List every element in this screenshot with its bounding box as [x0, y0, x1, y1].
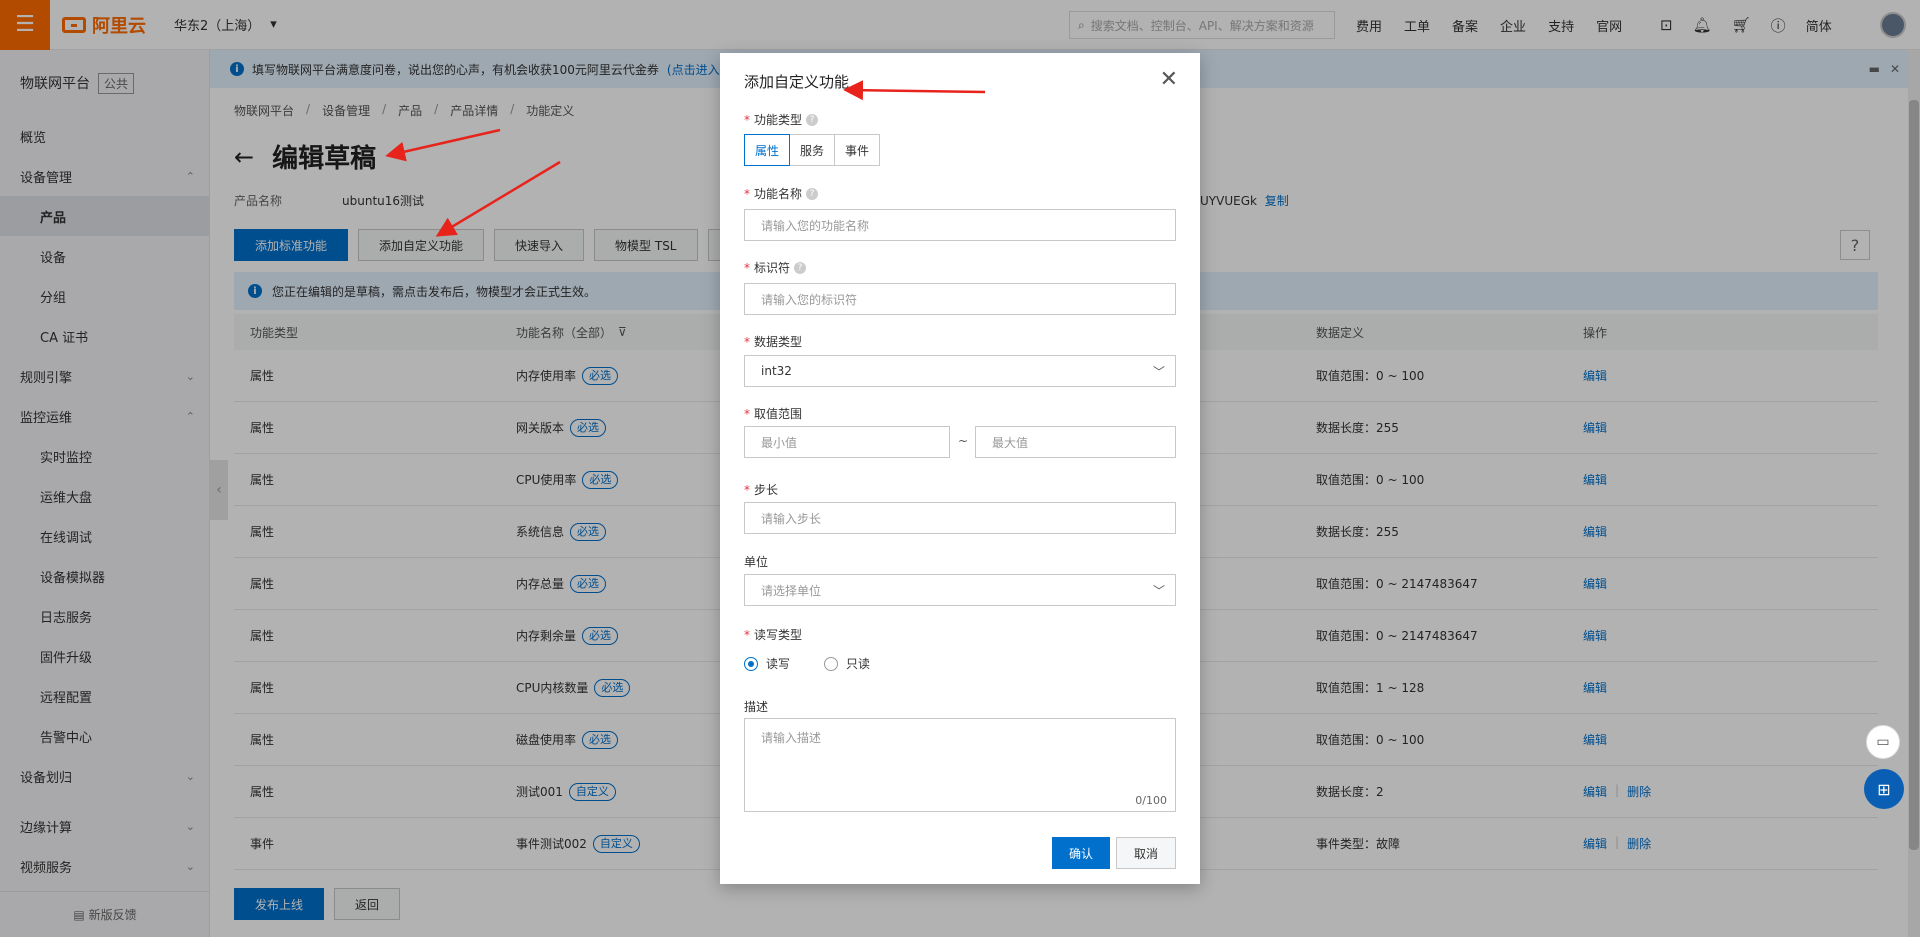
required-mark: *: [744, 334, 750, 349]
question-icon[interactable]: ?: [806, 187, 819, 200]
question-icon[interactable]: ?: [794, 261, 807, 274]
type-option-property[interactable]: 属性: [744, 134, 791, 166]
identifier-placeholder: 请输入您的标识符: [761, 292, 858, 307]
required-mark: *: [744, 627, 750, 642]
range-max-input[interactable]: 最大值: [975, 426, 1176, 458]
cancel-button[interactable]: 取消: [1116, 837, 1176, 869]
description-label: 描述: [744, 698, 768, 715]
step-label-text: 步长: [754, 483, 779, 497]
chevron-down-icon: ﹀: [1152, 583, 1165, 598]
max-placeholder: 最大值: [992, 435, 1029, 450]
datatype-select[interactable]: int32 ﹀: [744, 355, 1176, 387]
type-option-event[interactable]: 事件: [834, 134, 881, 166]
chevron-down-icon: ﹀: [1152, 364, 1165, 379]
min-placeholder: 最小值: [761, 435, 798, 450]
radio-dot: [744, 656, 758, 671]
datatype-value: int32: [761, 364, 792, 378]
function-name-input[interactable]: 请输入您的功能名称: [744, 209, 1176, 241]
range-label-text: 取值范围: [754, 407, 803, 421]
range-label: * 取值范围: [744, 405, 802, 422]
unit-select[interactable]: 请选择单位 ﹀: [744, 574, 1176, 606]
datatype-label: * 数据类型: [744, 333, 802, 350]
radio-dot: [824, 656, 839, 671]
close-icon[interactable]: ✕: [1160, 67, 1178, 92]
function-type-label: * 功能类型 ?: [744, 111, 819, 128]
description-label-text: 描述: [744, 700, 769, 714]
app-grid-icon[interactable]: ⊞: [1864, 769, 1904, 809]
identifier-label: * 标识符 ?: [744, 259, 807, 276]
description-counter: 0/100: [1135, 794, 1167, 807]
function-type-segmented: 属性 服务 事件: [744, 134, 881, 166]
required-mark: *: [744, 112, 750, 127]
range-min-input[interactable]: 最小值: [744, 426, 950, 458]
rw-type-label: * 读写类型: [744, 626, 802, 643]
required-mark: *: [744, 406, 750, 421]
radio-read-only-label: 只读: [846, 657, 871, 671]
function-name-label-text: 功能名称: [754, 187, 803, 201]
unit-label: 单位: [744, 553, 768, 570]
dialog-title: 添加自定义功能: [744, 73, 850, 91]
question-icon[interactable]: ?: [806, 113, 819, 126]
rw-type-label-text: 读写类型: [754, 628, 803, 642]
range-separator: ~: [958, 434, 969, 448]
radio-read-only[interactable]: 只读: [824, 655, 870, 672]
description-placeholder: 请输入描述: [761, 731, 822, 745]
required-mark: *: [744, 260, 750, 275]
description-textarea[interactable]: 请输入描述 0/100: [744, 718, 1176, 812]
required-mark: *: [744, 186, 750, 201]
identifier-label-text: 标识符: [754, 261, 791, 275]
step-input[interactable]: 请输入步长: [744, 502, 1176, 534]
unit-label-text: 单位: [744, 555, 769, 569]
rw-type-radio-group: 读写 只读: [744, 655, 870, 672]
confirm-button[interactable]: 确认: [1052, 837, 1110, 869]
type-option-service[interactable]: 服务: [789, 134, 836, 166]
datatype-label-text: 数据类型: [754, 335, 803, 349]
function-name-placeholder: 请输入您的功能名称: [761, 218, 870, 233]
unit-placeholder: 请选择单位: [761, 583, 822, 598]
radio-read-write-label: 读写: [766, 657, 791, 671]
step-label: * 步长: [744, 481, 778, 498]
add-custom-function-dialog: 添加自定义功能 ✕ * 功能类型 ? 属性 服务 事件 * 功能名称 ? 请输入…: [720, 53, 1200, 884]
chat-icon[interactable]: ▭: [1866, 725, 1900, 759]
function-type-label-text: 功能类型: [754, 113, 803, 127]
function-name-label: * 功能名称 ?: [744, 185, 819, 202]
step-placeholder: 请输入步长: [761, 511, 822, 526]
radio-read-write[interactable]: 读写: [744, 655, 790, 672]
identifier-input[interactable]: 请输入您的标识符: [744, 283, 1176, 315]
required-mark: *: [744, 482, 750, 497]
